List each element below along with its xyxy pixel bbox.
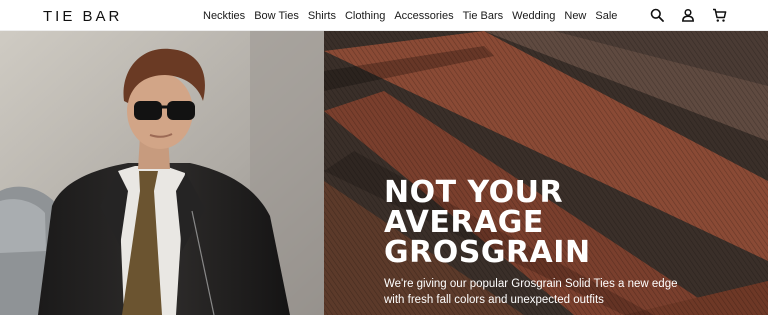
subtext-line-2: with fresh fall colors and unexpected ou… xyxy=(384,294,604,306)
subtext-line-1: We're giving our popular Grosgrain Solid… xyxy=(384,278,678,290)
main-nav: Neckties Bow Ties Shirts Clothing Access… xyxy=(203,0,617,31)
nav-accessories[interactable]: Accessories xyxy=(394,10,453,22)
nav-wedding[interactable]: Wedding xyxy=(512,10,555,22)
hero-subtext: We're giving our popular Grosgrain Solid… xyxy=(384,276,677,308)
site-header: TIE BAR Neckties Bow Ties Shirts Clothin… xyxy=(0,0,768,31)
account-icon[interactable] xyxy=(679,6,697,24)
nav-bow-ties[interactable]: Bow Ties xyxy=(254,10,299,22)
search-icon[interactable] xyxy=(648,6,666,24)
nav-new[interactable]: New xyxy=(564,10,586,22)
headline-line-3: GROSGRAIN xyxy=(384,235,591,270)
cart-icon[interactable] xyxy=(710,6,728,24)
nav-sale[interactable]: Sale xyxy=(595,10,617,22)
hero-headline: NOT YOUR AVERAGE GROSGRAIN xyxy=(384,178,677,268)
hero-text: NOT YOUR AVERAGE GROSGRAIN We're giving … xyxy=(384,178,677,308)
nav-neckties[interactable]: Neckties xyxy=(203,10,245,22)
nav-shirts[interactable]: Shirts xyxy=(308,10,336,22)
hero-model-photo xyxy=(0,31,324,315)
headline-line-2: AVERAGE xyxy=(384,205,544,240)
nav-clothing[interactable]: Clothing xyxy=(345,10,385,22)
header-icons xyxy=(648,6,728,24)
nav-tie-bars[interactable]: Tie Bars xyxy=(463,10,504,22)
hero-banner[interactable]: NOT YOUR AVERAGE GROSGRAIN We're giving … xyxy=(0,31,768,315)
headline-line-1: NOT YOUR xyxy=(384,175,564,210)
logo[interactable]: TIE BAR xyxy=(43,8,122,25)
